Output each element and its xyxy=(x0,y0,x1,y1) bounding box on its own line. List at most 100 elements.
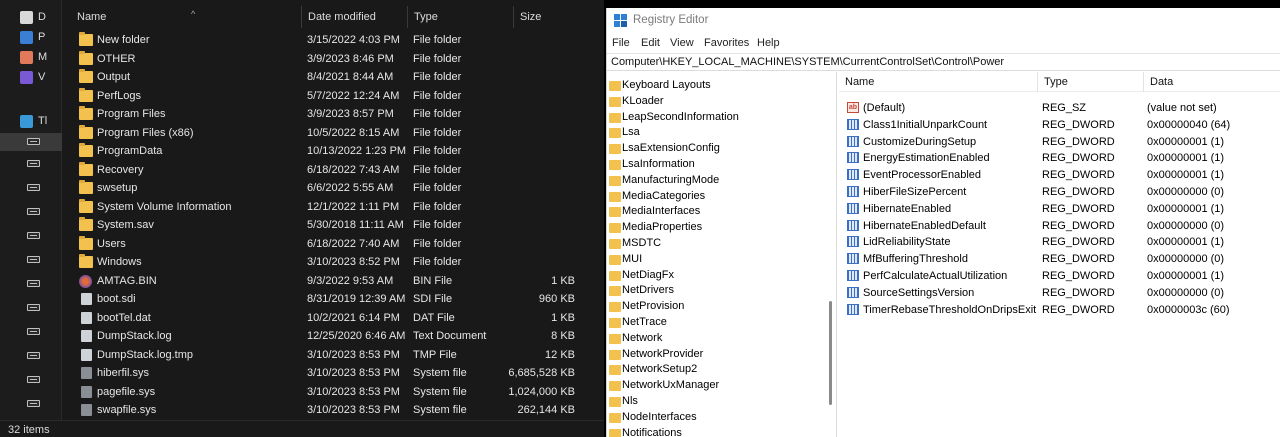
menu-file[interactable]: File xyxy=(612,37,630,49)
value-row[interactable]: MfBufferingThreshold REG_DWORD 0x00000000 … xyxy=(839,251,1280,268)
value-row[interactable]: PerfCalculateActualUtilization REG_DWORD 0… xyxy=(839,268,1280,285)
file-row[interactable]: swapfile.sys 3/10/2023 8:53 PM System file… xyxy=(63,401,583,420)
file-row[interactable]: ProgramData 10/13/2022 1:23 PM File folder xyxy=(63,142,583,161)
value-row[interactable]: Class1InitialUnparkCount REG_DWORD 0x00000… xyxy=(839,117,1280,134)
drive-icon[interactable] xyxy=(27,376,40,383)
value-column-type[interactable]: Type xyxy=(1037,72,1143,92)
file-type: File folder xyxy=(413,52,462,65)
drive-icon[interactable] xyxy=(27,232,40,239)
title-bar[interactable]: Registry Editor xyxy=(607,8,1280,34)
drive-icon[interactable] xyxy=(27,256,40,263)
tree-item[interactable]: KLoader xyxy=(607,94,825,110)
drive-icon[interactable] xyxy=(27,280,40,287)
value-column-name[interactable]: Name xyxy=(839,72,1037,92)
menu-favorites[interactable]: Favorites xyxy=(704,37,749,49)
file-type: File folder xyxy=(413,108,462,120)
explorer-scrollbar[interactable] xyxy=(584,0,604,420)
drive-icon[interactable] xyxy=(27,328,40,335)
value-data: 0x00000001 (1) xyxy=(1147,236,1225,249)
tree-item[interactable]: NetworkUxManager xyxy=(607,378,825,394)
file-row[interactable]: Recovery 6/18/2022 7:43 AM File folder xyxy=(63,161,583,180)
value-column-data[interactable]: Data xyxy=(1143,72,1280,92)
binary-value-icon xyxy=(847,152,859,164)
tree-item[interactable]: ManufacturingMode xyxy=(607,173,825,189)
tree-item[interactable]: Nls xyxy=(607,394,825,410)
file-row[interactable]: PerfLogs 5/7/2022 12:24 AM File folder xyxy=(63,87,583,106)
menu-view[interactable]: View xyxy=(670,37,694,49)
value-row[interactable]: SourceSettingsVersion REG_DWORD 0x00000000… xyxy=(839,285,1280,302)
file-row[interactable]: Program Files (x86) 10/5/2022 8:15 AM File… xyxy=(63,124,583,143)
value-name: TimerRebaseThresholdOnDripsExit xyxy=(863,303,1037,316)
file-row[interactable]: System Volume Information 12/1/2022 1:11 … xyxy=(63,198,583,217)
menu-help[interactable]: Help xyxy=(757,37,780,49)
tree-item[interactable]: NetworkSetup2 xyxy=(607,362,825,378)
column-type[interactable]: Type xyxy=(407,6,513,28)
tree-item[interactable]: MUI xyxy=(607,252,825,268)
file-row[interactable]: AMTAG.BIN 9/3/2022 9:53 AM BIN File 1 KB xyxy=(63,272,583,291)
file-row[interactable]: boot.sdi 8/31/2019 12:39 AM SDI File 960 KB xyxy=(63,290,583,309)
menu-edit[interactable]: Edit xyxy=(641,37,660,49)
file-row[interactable]: DumpStack.log.tmp 3/10/2023 8:53 PM TMP Fi… xyxy=(63,346,583,365)
file-row[interactable]: Program Files 3/9/2023 8:57 PM File folder xyxy=(63,105,583,124)
column-size[interactable]: Size xyxy=(513,6,583,28)
tree-item[interactable]: Lsa xyxy=(607,125,825,141)
file-row[interactable]: hiberfil.sys 3/10/2023 8:53 PM System file… xyxy=(63,364,583,383)
value-row[interactable]: ab (Default) REG_SZ (value not set) xyxy=(839,100,1280,117)
value-row[interactable]: CustomizeDuringSetup REG_DWORD 0x00000001 … xyxy=(839,134,1280,151)
nav-item[interactable]: D xyxy=(0,8,62,26)
value-row[interactable]: HiberFileSizePercent REG_DWORD 0x00000000 … xyxy=(839,184,1280,201)
file-row[interactable]: pagefile.sys 3/10/2023 8:53 PM System file… xyxy=(63,383,583,402)
drive-icon[interactable] xyxy=(27,352,40,359)
nav-item-selected-drive[interactable] xyxy=(0,133,62,151)
drive-icon[interactable] xyxy=(27,304,40,311)
drive-icon[interactable] xyxy=(27,184,40,191)
file-row[interactable]: Users 6/18/2022 7:40 AM File folder xyxy=(63,235,583,254)
value-data: (value not set) xyxy=(1147,102,1217,114)
drive-icon[interactable] xyxy=(27,400,40,407)
tree-item[interactable]: Keyboard Layouts xyxy=(607,78,825,94)
tree-item[interactable]: NodeInterfaces xyxy=(607,410,825,426)
tree-item[interactable]: NetDiagFx xyxy=(607,268,825,284)
nav-item[interactable]: V xyxy=(0,68,62,86)
file-name: ProgramData xyxy=(97,145,163,157)
file-row[interactable]: Output 8/4/2021 8:44 AM File folder xyxy=(63,68,583,87)
tree-item[interactable]: MediaProperties xyxy=(607,220,825,236)
tree-item[interactable]: MSDTC xyxy=(607,236,825,252)
tree-item[interactable]: LeapSecondInformation xyxy=(607,110,825,126)
tree-item[interactable]: NetTrace xyxy=(607,315,825,331)
tree-item[interactable]: NetworkProvider xyxy=(607,347,825,363)
drive-icon[interactable] xyxy=(27,208,40,215)
value-row[interactable]: LidReliabilityState REG_DWORD 0x00000001 (… xyxy=(839,234,1280,251)
tree-item[interactable]: LsaExtensionConfig xyxy=(607,141,825,157)
tree-item[interactable]: Notifications xyxy=(607,426,825,437)
nav-item[interactable]: M xyxy=(0,48,62,66)
value-row[interactable]: TimerRebaseThresholdOnDripsExit REG_DWORD… xyxy=(839,302,1280,319)
file-row[interactable]: New folder 3/15/2022 4:03 PM File folder xyxy=(63,31,583,50)
column-date-modified[interactable]: Date modified xyxy=(301,6,407,28)
file-row[interactable]: System.sav 5/30/2018 11:11 AM File folder xyxy=(63,216,583,235)
nav-item[interactable]: Tl xyxy=(0,112,62,130)
nav-item[interactable]: P xyxy=(0,28,62,46)
tree-scrollbar[interactable] xyxy=(825,72,836,437)
file-row[interactable]: Windows 3/10/2023 8:52 PM File folder xyxy=(63,253,583,272)
this-pc-icon xyxy=(20,114,33,128)
address-bar[interactable]: Computer\HKEY_LOCAL_MACHINE\SYSTEM\Curre… xyxy=(607,53,1280,71)
file-row[interactable]: OTHER 3/9/2023 8:46 PM File folder xyxy=(63,50,583,69)
tree-item[interactable]: LsaInformation xyxy=(607,157,825,173)
tree-item[interactable]: MediaCategories xyxy=(607,189,825,205)
drive-icon[interactable] xyxy=(27,160,40,167)
value-row[interactable]: EventProcessorEnabled REG_DWORD 0x00000001… xyxy=(839,167,1280,184)
column-name[interactable]: Name ^ xyxy=(71,6,301,28)
folder-icon xyxy=(609,112,621,123)
file-row[interactable]: DumpStack.log 12/25/2020 6:46 AM Text Docu… xyxy=(63,327,583,346)
tree-item[interactable]: NetProvision xyxy=(607,299,825,315)
file-row[interactable]: swsetup 6/6/2022 5:55 AM File folder xyxy=(63,179,583,198)
tree-scrollbar-thumb[interactable] xyxy=(829,301,832,405)
file-row[interactable]: bootTel.dat 10/2/2021 6:14 PM DAT File 1 KB xyxy=(63,309,583,328)
tree-item[interactable]: NetDrivers xyxy=(607,283,825,299)
tree-item[interactable]: Network xyxy=(607,331,825,347)
tree-item[interactable]: MediaInterfaces xyxy=(607,204,825,220)
value-row[interactable]: EnergyEstimationEnabled REG_DWORD 0x000000… xyxy=(839,150,1280,167)
value-row[interactable]: HibernateEnabled REG_DWORD 0x00000001 (1) xyxy=(839,201,1280,218)
value-row[interactable]: HibernateEnabledDefault REG_DWORD 0x000000… xyxy=(839,218,1280,235)
